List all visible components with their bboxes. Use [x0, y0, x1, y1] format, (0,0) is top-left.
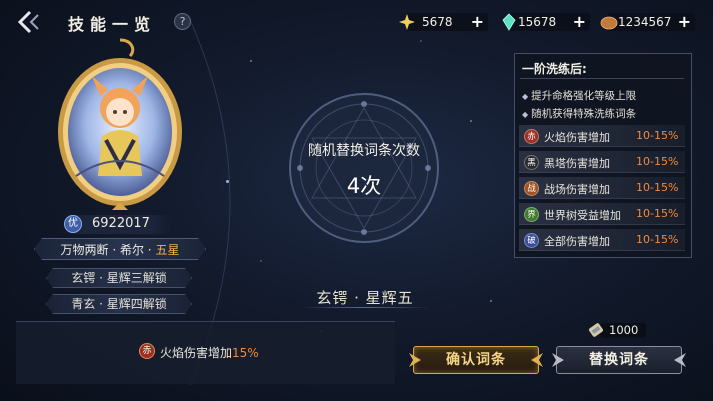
cost-value: 1000 — [609, 323, 639, 337]
option-value: 10-15% — [636, 233, 679, 246]
ore-icon — [600, 16, 618, 30]
option-value: 10-15% — [636, 181, 679, 194]
back-arrow-icon — [17, 10, 39, 34]
add-ore-button[interactable]: + — [678, 12, 691, 31]
confirm-entry-button[interactable]: 确认词条 — [409, 346, 543, 374]
add-star-shard-button[interactable]: + — [471, 12, 484, 31]
currency-star-shard: 5678 + — [398, 12, 488, 32]
crystal-icon — [502, 13, 516, 31]
world-tree-badge-icon: 界 — [524, 207, 539, 222]
character-portrait[interactable] — [46, 36, 194, 210]
option-label: 火焰伤害增加 — [544, 131, 610, 144]
star-shard-icon — [399, 14, 415, 30]
option-value: 10-15% — [636, 207, 679, 220]
unlock-tier-4[interactable]: 青玄 · 星辉四解锁 — [46, 294, 192, 314]
replace-count-label: 随机替换词条次数 — [308, 143, 420, 159]
panel-bullet: ◆ 提升命格强化等级上限 — [522, 90, 637, 102]
wing-ornament-icon — [409, 353, 421, 367]
option-label: 全部伤害增加 — [544, 235, 610, 248]
character-title: 万物两断 · 希尔 · — [60, 243, 156, 257]
scroll-item-icon — [589, 323, 603, 337]
rank-badge: 优 — [64, 215, 82, 233]
unlock-tier-3[interactable]: 玄锷 · 星辉三解锁 — [46, 268, 192, 288]
currency-value: 5678 — [422, 15, 453, 29]
add-crystal-button[interactable]: + — [573, 12, 586, 31]
character-name: 万物两断 · 希尔 · 五星 — [34, 241, 206, 258]
panel-bullet: ◆ 随机获得特殊洗练词条 — [522, 108, 637, 120]
currency-value: 15678 — [518, 15, 557, 29]
option-label: 世界树受益增加 — [544, 209, 621, 222]
effect-value: 15% — [232, 346, 259, 360]
option-label: 战场伤害增加 — [544, 183, 610, 196]
black-tower-badge-icon: 黑 — [524, 155, 539, 170]
currency-ore: 1234567 + — [600, 12, 695, 32]
currency-crystal: 15678 + — [500, 12, 590, 32]
effect-label: 火焰伤害增加 — [160, 346, 233, 360]
wing-ornament-icon — [552, 353, 564, 367]
confirm-entry-label: 确认词条 — [446, 352, 506, 368]
page-title: 技能一览 — [68, 15, 157, 34]
currency-value: 1234567 — [618, 15, 672, 29]
fire-badge-icon: 赤 — [139, 343, 155, 359]
panel-title: 一阶洗练后: — [522, 62, 587, 76]
option-value: 10-15% — [636, 155, 679, 168]
magic-circle — [289, 93, 439, 243]
portrait-frame — [58, 38, 182, 210]
help-icon[interactable]: ? — [174, 13, 191, 30]
battlefield-badge-icon: 战 — [524, 181, 539, 196]
option-value: 10-15% — [636, 129, 679, 142]
tier-label: 玄锷 · 星辉五 — [316, 289, 414, 307]
wing-ornament-icon — [531, 353, 543, 367]
character-id: 6922017 — [92, 216, 150, 231]
replace-count-value: 4次 — [346, 174, 382, 198]
replace-entry-button[interactable]: 替换词条 — [552, 346, 686, 374]
replace-entry-label: 替换词条 — [589, 352, 649, 368]
break-badge-icon: 破 — [524, 233, 539, 248]
character-rank: 五星 — [155, 243, 180, 257]
fire-badge-icon: 赤 — [524, 129, 539, 144]
wing-ornament-icon — [674, 353, 686, 367]
back-button[interactable] — [14, 9, 44, 35]
option-label: 黑塔伤害增加 — [544, 157, 610, 170]
current-effect: 火焰伤害增加15% — [160, 344, 259, 361]
panel-divider — [520, 78, 684, 79]
tier-underline — [300, 307, 430, 308]
